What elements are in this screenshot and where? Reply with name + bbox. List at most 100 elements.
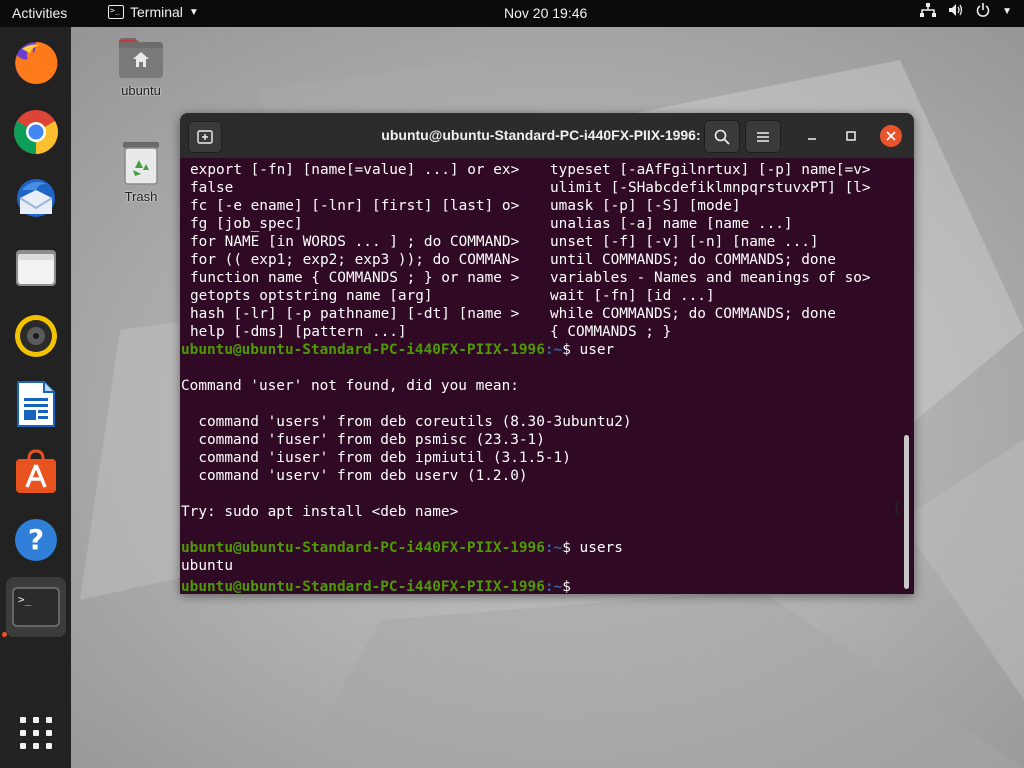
suggestion-line: command 'users' from deb coreutils (8.30… — [181, 414, 632, 430]
power-icon — [976, 3, 990, 20]
prompt-symbol: $ — [562, 540, 580, 556]
prompt-path: :~ — [544, 540, 563, 556]
svg-text:?: ? — [28, 523, 44, 556]
help-row-left: false — [190, 180, 234, 196]
close-button[interactable] — [880, 125, 902, 147]
try-install-line: Try: sudo apt install <deb name> — [181, 504, 459, 520]
app-menu[interactable]: >_ Terminal ▼ — [108, 4, 199, 20]
terminal-window[interactable]: ubuntu@ubuntu-Standard-PC-i440FX-PIIX-19… — [180, 113, 914, 594]
help-row-right: unalias [-a] name [name ...] — [550, 216, 793, 232]
help-row-left: fc [-e ename] [-lnr] [first] [last] o> — [190, 198, 520, 214]
desktop-home-label: ubuntu — [121, 83, 161, 98]
top-bar: Activities >_ Terminal ▼ Nov 20 19:46 ▼ — [0, 0, 1024, 27]
chevron-down-icon: ▼ — [1002, 6, 1012, 17]
help-row-left: for (( exp1; exp2; exp3 )); do COMMAN> — [190, 252, 520, 268]
scrollbar[interactable] — [904, 435, 909, 589]
help-row-right: wait [-fn] [id ...] — [550, 288, 715, 304]
help-row-right: while COMMANDS; do COMMANDS; done — [550, 306, 836, 322]
window-titlebar[interactable]: ubuntu@ubuntu-Standard-PC-i440FX-PIIX-19… — [180, 113, 914, 158]
help-row-right: umask [-p] [-S] [mode] — [550, 198, 741, 214]
show-applications-button[interactable] — [6, 703, 66, 763]
rhythmbox-icon — [15, 315, 57, 357]
running-indicator — [2, 632, 7, 637]
prompt-user: ubuntu@ubuntu-Standard-PC-i440FX-PIIX-19… — [181, 540, 545, 556]
new-tab-button[interactable] — [188, 121, 222, 153]
help-row-right: { COMMANDS ; } — [550, 324, 672, 340]
svg-text:>_: >_ — [18, 593, 32, 606]
dock-chrome[interactable] — [6, 102, 66, 162]
prompt-user: ubuntu@ubuntu-Standard-PC-i440FX-PIIX-19… — [181, 579, 545, 594]
dock-ubuntu-software[interactable] — [6, 442, 66, 502]
activities-button[interactable]: Activities — [12, 5, 67, 21]
prompt-user: ubuntu@ubuntu-Standard-PC-i440FX-PIIX-19… — [181, 342, 545, 358]
volume-icon — [948, 3, 964, 20]
search-icon — [714, 129, 730, 145]
command-output: ubuntu — [181, 558, 233, 574]
not-found-message: Command 'user' not found, did you mean: — [181, 378, 519, 394]
command-text: user — [579, 342, 615, 358]
thunderbird-icon — [17, 179, 55, 217]
help-row-right: unset [-f] [-v] [-n] [name ...] — [550, 234, 819, 250]
files-icon — [16, 250, 56, 286]
dock-rhythmbox[interactable] — [6, 306, 66, 366]
help-row-right: until COMMANDS; do COMMANDS; done — [550, 252, 836, 268]
help-row-right: ulimit [-SHabcdefiklmnpqrstuvxPT] [l> — [550, 180, 871, 196]
desktop-home-folder[interactable]: ubuntu — [106, 36, 176, 98]
text-cursor — [580, 575, 589, 591]
libreoffice-writer-icon — [17, 381, 55, 427]
prompt-line: ubuntu@ubuntu-Standard-PC-i440FX-PIIX-19… — [181, 539, 623, 557]
dock-help[interactable]: ? — [6, 510, 66, 570]
help-row-left: export [-fn] [name[=value] ...] or ex> — [190, 162, 520, 178]
help-row-left: function name { COMMANDS ; } or name > — [190, 270, 520, 286]
suggestion-line: command 'userv' from deb userv (1.2.0) — [181, 468, 528, 484]
app-grid-icon — [20, 717, 52, 749]
dock-thunderbird[interactable] — [6, 170, 66, 230]
search-button[interactable] — [704, 120, 740, 153]
terminal-icon: >_ — [12, 587, 60, 627]
trash-icon — [123, 142, 159, 185]
system-menu[interactable]: ▼ — [920, 3, 1012, 20]
minimize-button[interactable] — [801, 125, 823, 147]
firefox-icon — [15, 41, 58, 84]
mouse-ibeam-cursor: I — [893, 499, 901, 520]
help-icon: ? — [15, 519, 57, 561]
minimize-icon — [808, 138, 816, 140]
chrome-icon — [14, 110, 58, 154]
help-row-left: for NAME [in WORDS ... ] ; do COMMAND> — [190, 234, 520, 250]
suggestion-line: command 'iuser' from deb ipmiutil (3.1.5… — [181, 450, 571, 466]
prompt-path: :~ — [544, 579, 563, 594]
maximize-button[interactable] — [840, 125, 862, 147]
chevron-down-icon: ▼ — [188, 6, 199, 18]
help-row-left: fg [job_spec] — [190, 216, 303, 232]
help-row-left: getopts optstring name [arg] — [190, 288, 433, 304]
maximize-icon — [846, 131, 856, 141]
dock-terminal[interactable]: >_ — [6, 577, 66, 637]
prompt-symbol: $ — [562, 342, 580, 358]
dock-files[interactable] — [6, 238, 66, 298]
ubuntu-software-icon — [16, 449, 56, 493]
home-folder-icon — [119, 38, 163, 78]
hamburger-icon — [757, 131, 769, 142]
hamburger-menu-button[interactable] — [745, 120, 781, 153]
prompt-line-current[interactable]: ubuntu@ubuntu-Standard-PC-i440FX-PIIX-19… — [181, 575, 589, 594]
prompt-path: :~ — [544, 342, 563, 358]
help-row-left: help [-dms] [pattern ...] — [190, 324, 407, 340]
help-row-left: hash [-lr] [-p pathname] [-dt] [name > — [190, 306, 520, 322]
network-icon — [920, 3, 937, 20]
prompt-line: ubuntu@ubuntu-Standard-PC-i440FX-PIIX-19… — [181, 341, 614, 359]
dock-firefox[interactable] — [6, 33, 66, 93]
help-row-right: variables - Names and meanings of so> — [550, 270, 871, 286]
desktop-trash[interactable]: Trash — [106, 140, 176, 204]
dock: ? >_ — [0, 27, 71, 768]
app-menu-label: Terminal — [130, 4, 183, 20]
command-text: users — [579, 540, 623, 556]
close-icon — [886, 131, 896, 141]
new-tab-icon — [197, 130, 213, 144]
prompt-symbol: $ — [562, 579, 580, 594]
terminal-app-icon: >_ — [108, 5, 124, 19]
help-row-right: typeset [-aAfFgilnrtux] [-p] name[=v> — [550, 162, 871, 178]
suggestion-line: command 'fuser' from deb psmisc (23.3-1) — [181, 432, 545, 448]
dock-libreoffice-writer[interactable] — [6, 374, 66, 434]
terminal-output[interactable]: export [-fn] [name[=value] ...] or ex> t… — [180, 161, 904, 594]
clock[interactable]: Nov 20 19:46 — [504, 5, 587, 21]
